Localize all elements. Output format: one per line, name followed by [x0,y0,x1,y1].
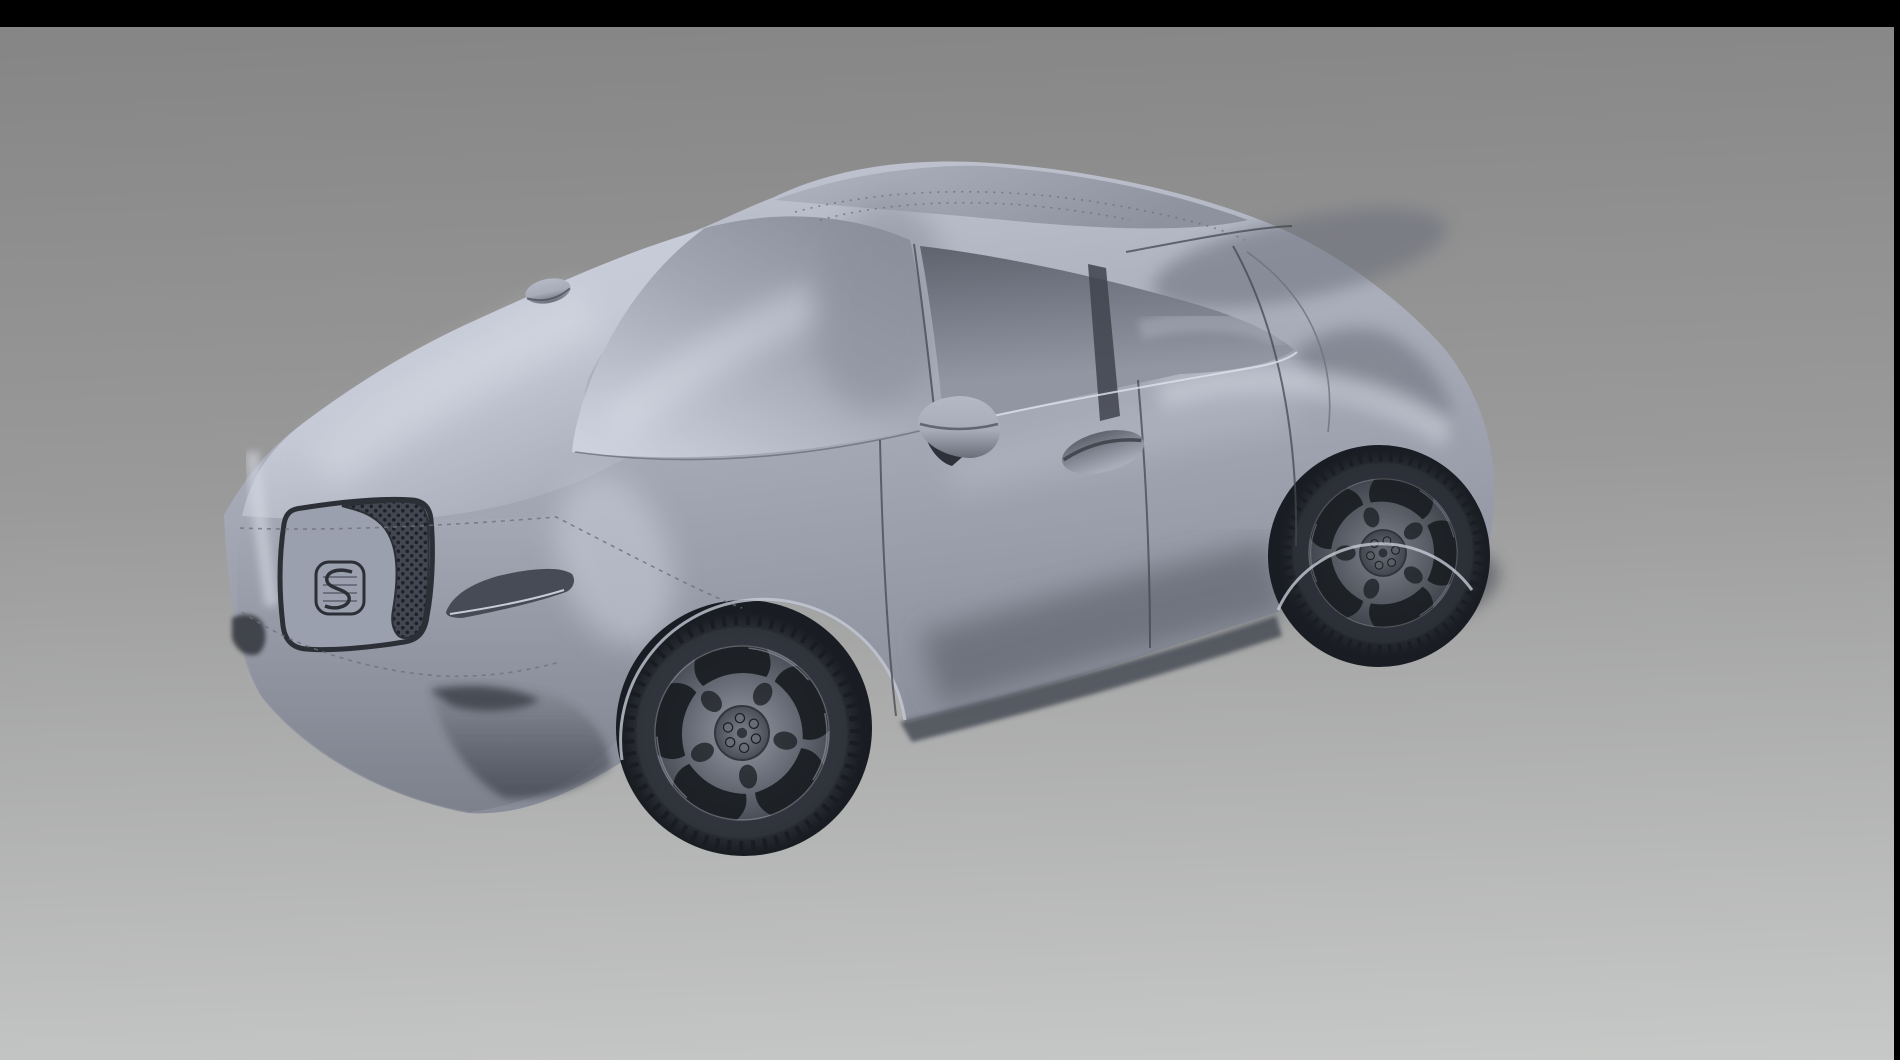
car-model [224,161,1513,869]
bumper-corner-vent [232,615,265,656]
letterbox-top-bar [0,0,1900,27]
car-render-canvas [0,0,1900,1060]
front-grille [280,499,432,649]
render-viewport[interactable] [0,0,1900,1060]
letterbox-right-bar [1894,0,1900,1060]
rear-wheel-shade [1278,448,1488,658]
